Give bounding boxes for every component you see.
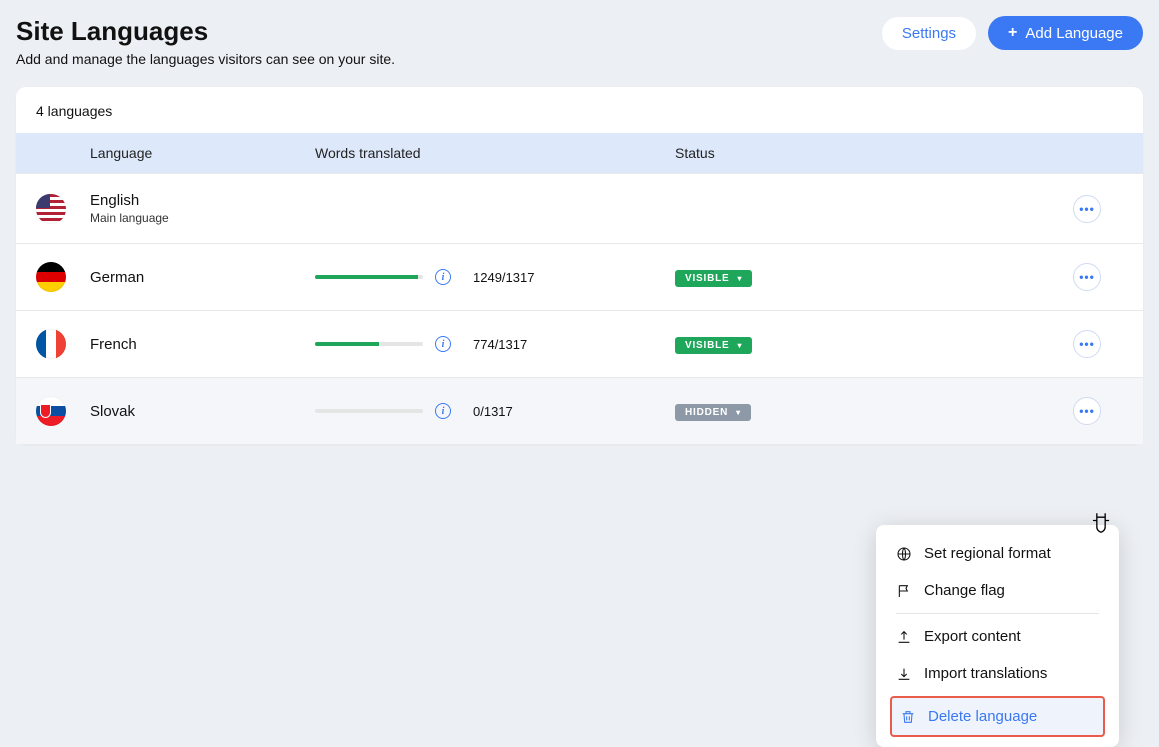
progress-bar xyxy=(315,342,423,346)
add-language-label: Add Language xyxy=(1025,25,1123,42)
info-icon[interactable]: i xyxy=(435,403,451,419)
table-row: German i 1249/1317 VISIBLE ▾ ••• xyxy=(16,243,1143,310)
menu-label: Delete language xyxy=(928,708,1037,725)
language-name: French xyxy=(90,336,315,353)
column-status: Status xyxy=(675,145,1073,161)
download-icon xyxy=(896,666,912,682)
menu-import-translations[interactable]: Import translations xyxy=(888,655,1107,692)
status-badge[interactable]: VISIBLE ▾ xyxy=(675,270,752,287)
column-language: Language xyxy=(90,145,315,161)
menu-delete-language[interactable]: Delete language xyxy=(890,696,1105,737)
more-button[interactable]: ••• xyxy=(1073,330,1101,358)
info-icon[interactable]: i xyxy=(435,269,451,285)
add-language-button[interactable]: + Add Language xyxy=(988,16,1143,50)
more-button[interactable]: ••• xyxy=(1073,195,1101,223)
flag-icon xyxy=(36,396,66,426)
table-row: Slovak i 0/1317 HIDDEN ▾ ••• xyxy=(16,377,1143,444)
language-name: German xyxy=(90,269,315,286)
flag-icon xyxy=(36,329,66,359)
word-count: 774/1317 xyxy=(473,337,527,352)
table-row: French i 774/1317 VISIBLE ▾ ••• xyxy=(16,310,1143,377)
chevron-down-icon: ▾ xyxy=(738,274,743,283)
status-label: HIDDEN xyxy=(685,407,728,418)
menu-export-content[interactable]: Export content xyxy=(888,618,1107,655)
menu-separator xyxy=(896,613,1099,614)
upload-icon xyxy=(896,629,912,645)
plus-icon: + xyxy=(1008,24,1017,42)
context-menu: Set regional format Change flag Export c… xyxy=(876,525,1119,747)
word-count: 1249/1317 xyxy=(473,270,534,285)
menu-label: Set regional format xyxy=(924,545,1051,562)
flag-outline-icon xyxy=(896,583,912,599)
language-sub: Main language xyxy=(90,211,315,225)
page-subtitle: Add and manage the languages visitors ca… xyxy=(16,51,395,67)
info-icon[interactable]: i xyxy=(435,336,451,352)
status-label: VISIBLE xyxy=(685,340,730,351)
page-title: Site Languages xyxy=(16,16,395,47)
menu-label: Import translations xyxy=(924,665,1047,682)
status-badge[interactable]: HIDDEN ▾ xyxy=(675,404,751,421)
word-count: 0/1317 xyxy=(473,404,513,419)
trash-icon xyxy=(900,709,916,725)
globe-icon xyxy=(896,546,912,562)
menu-change-flag[interactable]: Change flag xyxy=(888,572,1107,609)
menu-set-regional-format[interactable]: Set regional format xyxy=(888,535,1107,572)
more-button[interactable]: ••• xyxy=(1073,397,1101,425)
language-name: Slovak xyxy=(90,403,315,420)
settings-button[interactable]: Settings xyxy=(882,17,976,50)
more-button[interactable]: ••• xyxy=(1073,263,1101,291)
flag-icon xyxy=(36,262,66,292)
progress-bar xyxy=(315,275,423,279)
table-row: English Main language ••• xyxy=(16,173,1143,243)
menu-label: Change flag xyxy=(924,582,1005,599)
table-header: Language Words translated Status xyxy=(16,133,1143,173)
menu-label: Export content xyxy=(924,628,1021,645)
language-name: English xyxy=(90,192,315,209)
chevron-down-icon: ▾ xyxy=(736,408,741,417)
language-count: 4 languages xyxy=(16,87,1143,133)
progress-bar xyxy=(315,409,423,413)
column-words: Words translated xyxy=(315,145,675,161)
status-label: VISIBLE xyxy=(685,273,730,284)
status-badge[interactable]: VISIBLE ▾ xyxy=(675,337,752,354)
flag-icon xyxy=(36,194,66,224)
chevron-down-icon: ▾ xyxy=(738,341,743,350)
